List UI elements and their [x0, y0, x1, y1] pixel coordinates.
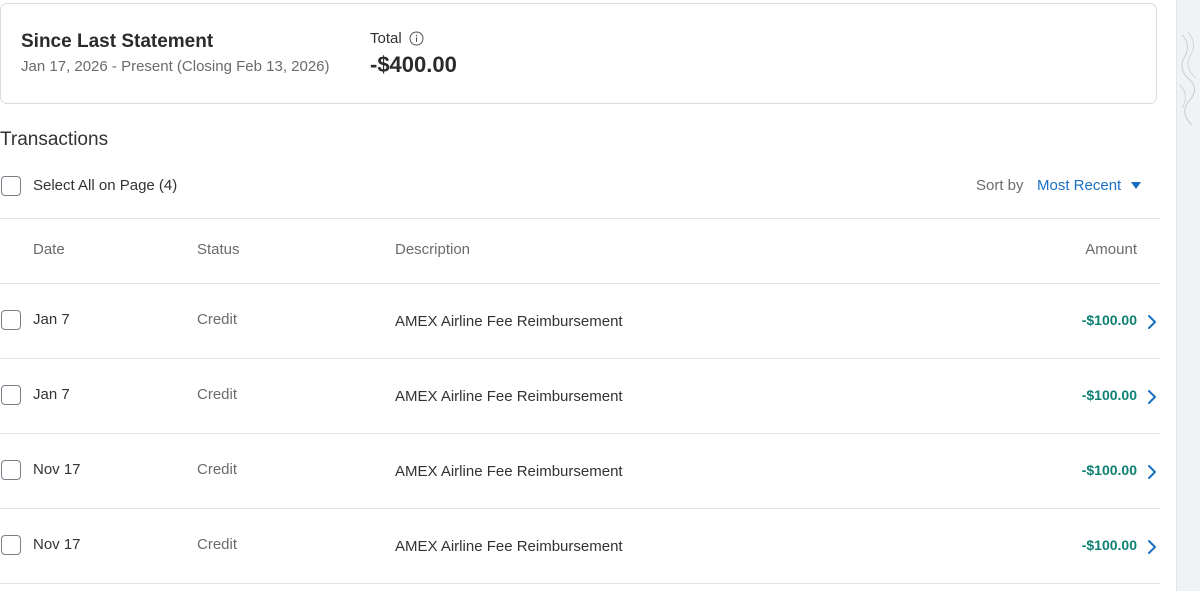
- column-header-date[interactable]: Date: [33, 241, 65, 258]
- sort-value[interactable]: Most Recent: [1037, 177, 1121, 194]
- row-date: Jan 7: [33, 386, 70, 403]
- divider: [0, 358, 1160, 359]
- divider: [0, 583, 1160, 584]
- row-description[interactable]: AMEX Airline Fee Reimbursement: [395, 388, 623, 405]
- row-status: Credit: [197, 386, 238, 403]
- chevron-right-icon[interactable]: [1145, 538, 1159, 556]
- total-label-group: Total: [370, 30, 424, 47]
- row-date: Jan 7: [33, 311, 70, 328]
- row-description[interactable]: AMEX Airline Fee Reimbursement: [395, 463, 623, 480]
- total-amount: -$400.00: [370, 52, 457, 77]
- row-amount: -$100.00: [1081, 537, 1137, 553]
- row-amount: -$100.00: [1081, 312, 1137, 328]
- row-status: Credit: [197, 311, 238, 328]
- row-amount: -$100.00: [1081, 462, 1137, 478]
- divider: [0, 283, 1160, 284]
- divider: [0, 218, 1160, 219]
- column-header-description: Description: [395, 241, 471, 258]
- row-date: Nov 17: [33, 461, 81, 478]
- info-icon[interactable]: [409, 31, 424, 46]
- chevron-right-icon[interactable]: [1145, 313, 1159, 331]
- row-description[interactable]: AMEX Airline Fee Reimbursement: [395, 313, 623, 330]
- chevron-right-icon[interactable]: [1145, 388, 1159, 406]
- sort-dropdown[interactable]: Most Recent: [1037, 177, 1142, 194]
- column-header-status: Status: [197, 241, 240, 258]
- transactions-page: Since Last Statement Jan 17, 2026 - Pres…: [0, 0, 1200, 591]
- row-checkbox[interactable]: [1, 385, 21, 405]
- select-all-checkbox[interactable]: [1, 176, 21, 196]
- row-amount: -$100.00: [1081, 387, 1137, 403]
- row-description[interactable]: AMEX Airline Fee Reimbursement: [395, 538, 623, 555]
- divider: [0, 433, 1160, 434]
- statement-summary-card: Since Last Statement Jan 17, 2026 - Pres…: [0, 3, 1157, 104]
- row-date: Nov 17: [33, 536, 81, 553]
- row-status: Credit: [197, 461, 238, 478]
- row-checkbox[interactable]: [1, 535, 21, 555]
- sort-by-label: Sort by: [976, 177, 1024, 194]
- row-status: Credit: [197, 536, 238, 553]
- summary-date-range: Jan 17, 2026 - Present (Closing Feb 13, …: [21, 58, 330, 75]
- decorative-pattern-icon: [1179, 31, 1197, 126]
- transactions-heading: Transactions: [0, 129, 109, 150]
- caret-down-icon[interactable]: [1131, 182, 1142, 189]
- divider: [0, 508, 1160, 509]
- summary-title: Since Last Statement: [21, 31, 214, 52]
- column-header-amount[interactable]: Amount: [1085, 241, 1137, 258]
- total-label: Total: [370, 30, 402, 47]
- select-all-label[interactable]: Select All on Page (4): [33, 177, 177, 194]
- row-checkbox[interactable]: [1, 310, 21, 330]
- chevron-right-icon[interactable]: [1145, 463, 1159, 481]
- row-checkbox[interactable]: [1, 460, 21, 480]
